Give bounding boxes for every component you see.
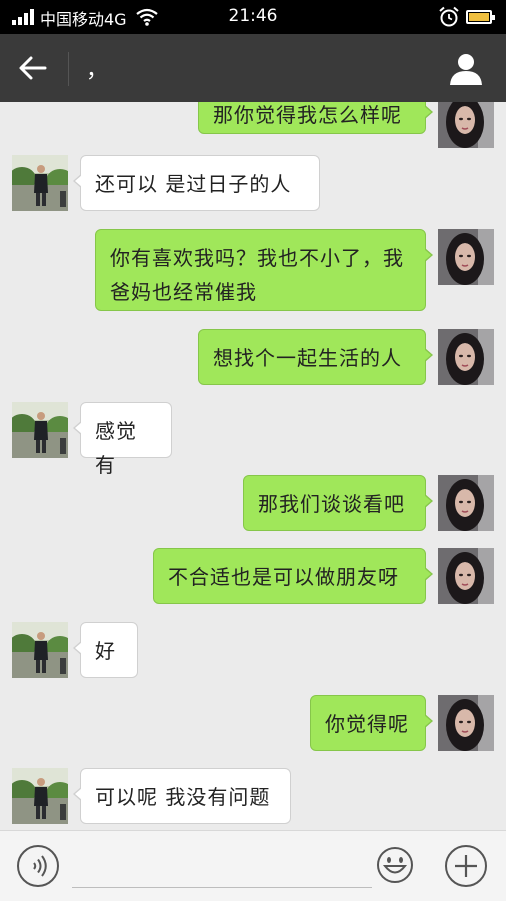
profile-icon[interactable] <box>448 52 484 86</box>
contact-avatar[interactable] <box>12 768 68 824</box>
incoming-message[interactable]: 还可以 是过日子的人 <box>73 155 320 211</box>
contact-avatar[interactable] <box>12 622 68 678</box>
outgoing-message[interactable]: 那我们谈谈看吧 <box>243 475 433 531</box>
incoming-message[interactable]: 可以呢 我没有问题 <box>73 768 291 824</box>
back-arrow-icon[interactable] <box>18 54 48 82</box>
my-avatar[interactable] <box>438 695 494 751</box>
battery-icon <box>466 10 495 24</box>
header-divider <box>68 52 69 86</box>
incoming-message[interactable]: 感觉有 <box>73 402 172 477</box>
alarm-icon <box>439 6 459 27</box>
outgoing-message[interactable]: 不合适也是可以做朋友呀 <box>153 548 433 604</box>
emoji-icon[interactable] <box>376 846 414 884</box>
my-avatar[interactable] <box>438 475 494 531</box>
chat-title: ， <box>86 58 109 83</box>
incoming-message[interactable]: 好 <box>73 622 138 678</box>
plus-icon[interactable] <box>444 844 488 888</box>
outgoing-message[interactable]: 你有喜欢我吗？我也不小了，我爸妈也经常催我 <box>95 229 433 311</box>
my-avatar[interactable] <box>438 329 494 385</box>
voice-icon[interactable] <box>16 844 60 888</box>
my-avatar[interactable] <box>438 548 494 604</box>
clock: 21:46 <box>228 6 278 26</box>
message-list[interactable]: 那你觉得我怎么样呢 还可以 是过日子的人 你有喜欢我吗？我也不小了，我爸妈也经常… <box>0 102 506 830</box>
contact-avatar[interactable] <box>12 155 68 211</box>
contact-avatar[interactable] <box>12 402 68 458</box>
outgoing-message[interactable]: 那你觉得我怎么样呢 <box>198 102 433 134</box>
status-bar: 中国移动4G 21:46 <box>0 0 506 34</box>
message-input[interactable] <box>72 845 372 888</box>
my-avatar[interactable] <box>438 102 494 148</box>
my-avatar[interactable] <box>438 229 494 285</box>
outgoing-message[interactable]: 你觉得呢 <box>310 695 433 751</box>
input-bar <box>0 830 506 901</box>
outgoing-message[interactable]: 想找个一起生活的人 <box>198 329 433 385</box>
chat-header: ， <box>0 34 506 102</box>
